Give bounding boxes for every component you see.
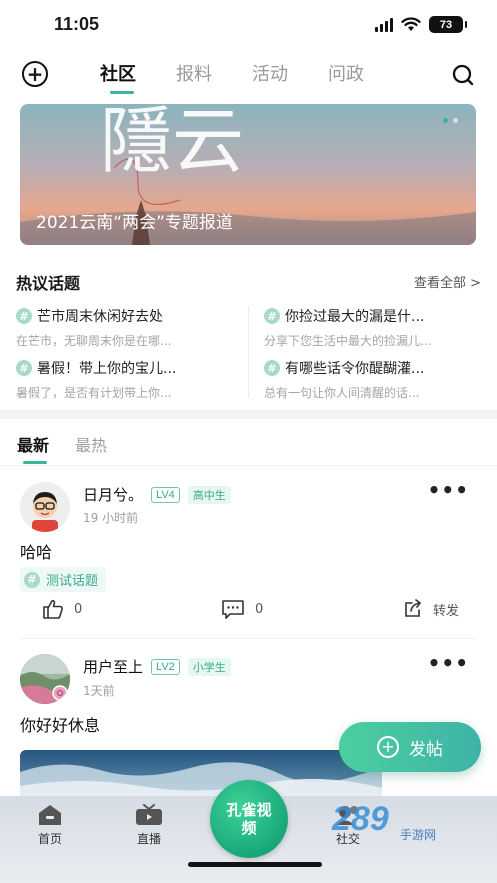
author-name[interactable]: 用户至上	[83, 656, 143, 677]
grade-badge: 小学生	[187, 657, 231, 676]
comment-icon	[222, 600, 244, 619]
feed-tabs: 最新 最热	[17, 432, 107, 464]
thumbs-up-icon	[43, 599, 63, 619]
topic-item[interactable]: # 暑假！带上你的宝儿... 暑假了，是否有计划带上你...	[16, 358, 226, 401]
top-nav: + 社区 报料 活动 问政	[0, 54, 497, 98]
author-name[interactable]: 日月兮。	[83, 484, 143, 505]
nav-live[interactable]: 直播	[119, 804, 179, 847]
watermark-logo: 289	[332, 800, 389, 838]
status-icons: 73	[375, 16, 467, 33]
hashtag-icon: #	[264, 360, 280, 376]
search-icon[interactable]	[451, 63, 475, 87]
top-tabs: 社区 报料 活动 问政	[100, 60, 364, 94]
topic-divider	[248, 306, 249, 398]
tab-inquiry[interactable]: 问政	[328, 60, 364, 90]
share-label: 转发	[433, 603, 460, 619]
topic-title: 暑假！带上你的宝儿...	[37, 361, 177, 377]
live-tv-icon	[136, 804, 162, 825]
tab-hottest[interactable]: 最热	[75, 432, 107, 456]
post-actions: 0 0 转发	[0, 599, 497, 623]
hot-topics-header: 热议话题 查看全部 >	[16, 270, 481, 294]
plus-circle-icon: +	[377, 736, 399, 758]
avatar-image	[20, 482, 70, 532]
status-time: 11:05	[54, 14, 100, 34]
tab-report[interactable]: 报料	[176, 60, 212, 90]
post-time: 19 小时前	[83, 511, 139, 525]
level-badge: LV2	[151, 658, 180, 675]
chevron-right-icon: >	[470, 276, 481, 291]
topic-item[interactable]: # 有哪些话令你醍醐灌... 总有一句让你人间清醒的话...	[264, 358, 474, 401]
topic-desc: 在芒市，无聊周末你是在哪...	[16, 334, 172, 348]
avatar[interactable]	[20, 482, 70, 532]
plus-circle-icon[interactable]: +	[22, 61, 48, 87]
like-count: 0	[74, 601, 83, 617]
avatar[interactable]	[20, 654, 70, 704]
topic-desc: 总有一句让你人间清醒的话...	[264, 386, 420, 400]
tab-community[interactable]: 社区	[100, 60, 136, 94]
avatar-image	[20, 654, 70, 704]
new-post-button[interactable]: + 发帖	[339, 722, 481, 772]
topic-title: 芒市周末休闲好去处	[37, 309, 163, 325]
topic-item[interactable]: # 你捡过最大的漏是什... 分享下您生活中最大的捡漏儿...	[264, 306, 474, 349]
share-button[interactable]: 转发	[403, 599, 459, 619]
banner-carousel[interactable]: 隱云 2021云南“两会”专题报道	[20, 104, 476, 245]
post-time: 1天前	[83, 684, 115, 698]
comment-count: 0	[255, 601, 264, 617]
level-badge: LV4	[151, 486, 180, 503]
nav-home[interactable]: 首页	[20, 804, 80, 847]
home-indicator	[188, 862, 322, 867]
signal-icon	[375, 17, 393, 32]
share-icon	[405, 599, 421, 617]
grade-badge: 高中生	[187, 485, 231, 504]
comment-button[interactable]: 0	[221, 599, 263, 619]
nav-home-label: 首页	[37, 832, 62, 846]
tab-activity[interactable]: 活动	[252, 60, 288, 90]
view-all-label: 查看全部	[413, 276, 466, 291]
topic-title: 你捡过最大的漏是什...	[285, 309, 425, 325]
banner-caption: 2021云南“两会”专题报道	[36, 213, 233, 233]
home-icon	[39, 805, 61, 825]
nav-live-label: 直播	[136, 832, 161, 846]
hashtag-icon: #	[24, 571, 40, 588]
hashtag-icon: #	[16, 360, 32, 376]
topic-desc: 分享下您生活中最大的捡漏儿...	[264, 334, 432, 348]
carousel-dots	[443, 118, 458, 123]
more-options-icon[interactable]: •••	[428, 651, 469, 675]
post-content: 你好好休息	[20, 716, 101, 735]
author-row: 日月兮。 LV4 高中生	[83, 484, 231, 505]
post-content: 哈哈	[20, 543, 53, 562]
topic-title: 有哪些话令你醍醐灌...	[285, 361, 425, 377]
topic-desc: 暑假了，是否有计划带上你...	[16, 386, 172, 400]
hashtag-icon: #	[16, 308, 32, 324]
post-divider	[20, 638, 477, 639]
tab-latest[interactable]: 最新	[17, 432, 49, 464]
section-separator	[0, 410, 497, 419]
battery-icon: 73	[429, 16, 467, 33]
status-bar: 11:05 73	[0, 0, 497, 54]
author-row: 用户至上 LV2 小学生	[83, 656, 231, 677]
like-button[interactable]: 0	[42, 599, 82, 619]
nav-peacock-video[interactable]: 孔雀视频	[210, 780, 288, 858]
watermark-subtitle: 手游网	[400, 828, 437, 842]
new-post-label: 发帖	[409, 739, 443, 760]
more-options-icon[interactable]: •••	[428, 478, 469, 502]
hot-topics-title: 热议话题	[16, 274, 81, 293]
view-all-link[interactable]: 查看全部 >	[414, 272, 481, 291]
banner-big-text: 隱云	[100, 104, 244, 183]
post-topic-label: 测试话题	[46, 574, 99, 589]
nav-peacock-video-label: 孔雀视频	[226, 801, 272, 837]
topic-item[interactable]: # 芒市周末休闲好去处 在芒市，无聊周末你是在哪...	[16, 306, 226, 349]
hashtag-icon: #	[264, 308, 280, 324]
feed-divider	[0, 465, 497, 466]
wifi-icon	[401, 17, 421, 31]
post-topic-tag[interactable]: # 测试话题	[20, 567, 107, 592]
